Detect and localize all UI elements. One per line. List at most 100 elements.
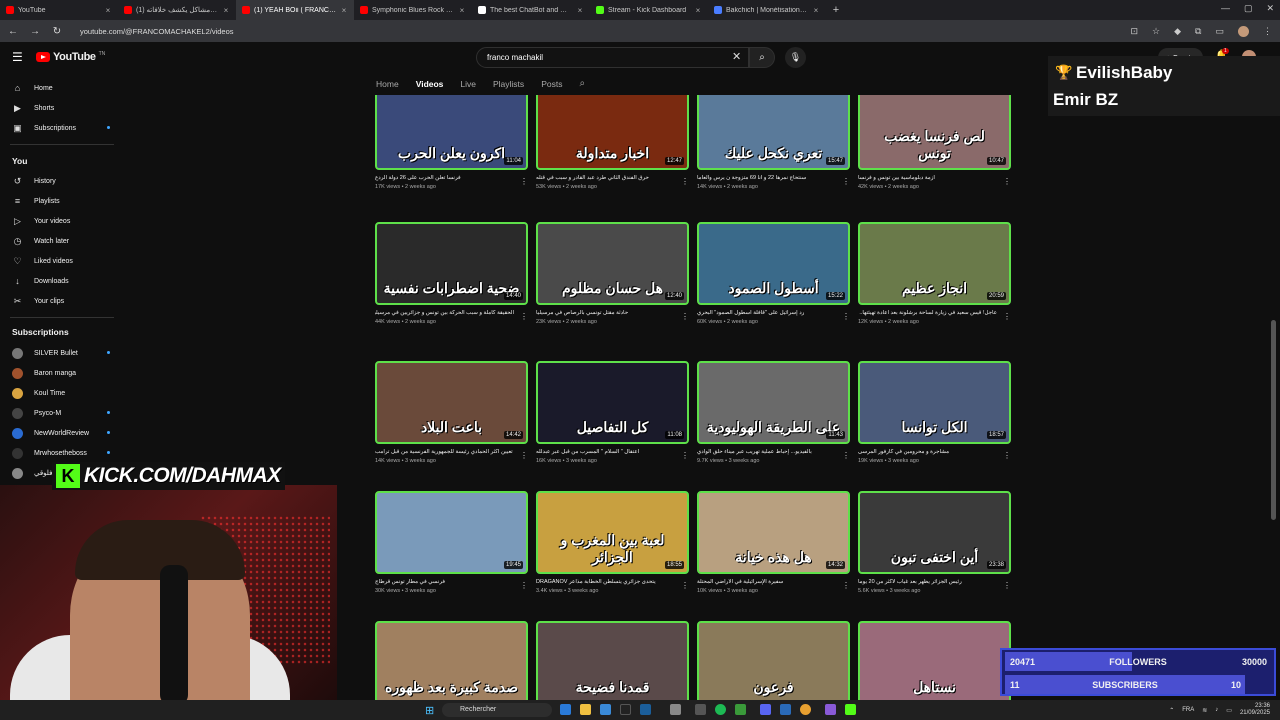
sidebar-subscription[interactable]: Psyco-M <box>12 407 110 419</box>
video-options-icon[interactable]: ⋮ <box>681 177 689 186</box>
channel-search-icon[interactable]: ⌕ <box>579 78 585 89</box>
video-card[interactable]: فرعون <box>697 621 850 700</box>
video-title[interactable]: حرق الفندق الثاني طرد عبد القادر و سبب ف… <box>536 175 689 181</box>
obs-icon[interactable] <box>695 704 706 715</box>
tab-home[interactable]: Home <box>376 79 399 89</box>
video-options-icon[interactable]: ⋮ <box>1003 312 1011 321</box>
sidebar-subscription[interactable]: Mrwhosetheboss <box>12 447 110 459</box>
video-options-icon[interactable]: ⋮ <box>1003 451 1011 460</box>
video-thumbnail[interactable]: انجاز عظيم 20:59 <box>858 222 1011 305</box>
browser-tab[interactable]: (1) فرانكو مشاكل يكشف خلافاته × <box>118 0 236 20</box>
new-tab-icon[interactable]: + <box>826 4 846 16</box>
video-thumbnail[interactable]: أين اختفى تبون 23:38 <box>858 491 1011 574</box>
video-card[interactable]: هل هذه خيانة 14:32 سفيرة الإسرائيلية في ال… <box>697 491 850 594</box>
video-options-icon[interactable]: ⋮ <box>1003 581 1011 590</box>
profile-avatar[interactable] <box>1238 25 1249 37</box>
video-card[interactable]: لعبة بين المغرب و الجزائر 18:55 يتحدى جزائ… <box>536 491 689 594</box>
video-options-icon[interactable]: ⋮ <box>681 312 689 321</box>
tab-close-icon[interactable]: × <box>222 6 230 15</box>
sidebar-item-your-clips[interactable]: ✂ Your clips <box>12 295 64 307</box>
video-thumbnail[interactable]: الكل توانسا 18:57 <box>858 361 1011 444</box>
file-explorer-icon[interactable] <box>580 704 591 715</box>
tab-playlists[interactable]: Playlists <box>493 79 524 89</box>
video-title[interactable]: فرنسا تعلن الحرب على 26 دولة الردع <box>375 175 528 181</box>
video-thumbnail[interactable]: نستاهل <box>858 621 1011 700</box>
video-options-icon[interactable]: ⋮ <box>520 451 528 460</box>
video-thumbnail[interactable]: أسطول الصمود 15:22 <box>697 222 850 305</box>
video-card[interactable]: باعت البلاد 14:42 تعيين اكثر الحمادي رئيسة… <box>375 361 528 464</box>
video-card[interactable]: نستاهل <box>858 621 1011 700</box>
wifi-icon[interactable]: ≋ <box>1202 707 1207 714</box>
video-title[interactable]: سنتحاج نمرها 22 و انا 69 متزوجة ن يرس وا… <box>697 175 850 181</box>
video-thumbnail[interactable]: ضحية اضطرابات نفسية 14:40 <box>375 222 528 305</box>
sidebar-item-playlists[interactable]: ≡ Playlists <box>12 195 60 207</box>
sidebar-subscription[interactable]: فلوقي <box>12 467 52 479</box>
sidebar-item-subscriptions[interactable]: ▣ Subscriptions <box>12 122 110 134</box>
video-thumbnail[interactable]: فرعون <box>697 621 850 700</box>
voice-search-button[interactable]: 🎙 <box>785 47 806 68</box>
steam2-icon[interactable] <box>780 704 791 715</box>
video-options-icon[interactable]: ⋮ <box>681 451 689 460</box>
tab-close-icon[interactable]: × <box>576 6 584 15</box>
video-thumbnail[interactable]: على الطريقة الهوليودية 11:43 <box>697 361 850 444</box>
app2-icon[interactable] <box>735 704 746 715</box>
video-thumbnail[interactable]: باعت البلاد 14:42 <box>375 361 528 444</box>
minimize-icon[interactable]: — <box>1221 3 1230 14</box>
video-title[interactable]: اعتقال " السلام " المسرب من قبل عبر عبدل… <box>536 449 689 455</box>
sidebar-you-header[interactable]: You <box>12 156 27 166</box>
close-window-icon[interactable]: ✕ <box>1266 3 1274 14</box>
video-title[interactable]: بالفيديو... إحباط عملية تهريب عبر ميناء … <box>697 449 850 455</box>
video-card[interactable]: صدمة كبيرة بعد ظهوره <box>375 621 528 700</box>
battery-icon[interactable]: ▭ <box>1226 707 1232 714</box>
browser-tab[interactable]: Stream - Kick Dashboard × <box>590 0 708 20</box>
search-button[interactable]: ⌕ <box>749 47 775 68</box>
sidebar-item-home[interactable]: ⌂ Home <box>12 82 53 94</box>
video-thumbnail[interactable]: تعري نكحل عليك 15:47 <box>697 95 850 170</box>
terminal-icon[interactable] <box>620 704 631 715</box>
video-options-icon[interactable]: ⋮ <box>842 177 850 186</box>
video-card[interactable]: 19:45 فرنسي في مطار تونس قرطاج 30K views •… <box>375 491 528 594</box>
video-title[interactable]: ازمة دبلوماسية بين تونس و فرنسا <box>858 175 1011 181</box>
video-card[interactable]: تعري نكحل عليك 15:47 سنتحاج نمرها 22 و انا… <box>697 95 850 190</box>
sidebar-subscriptions-header[interactable]: Subscriptions <box>12 327 69 337</box>
video-thumbnail[interactable]: صدمة كبيرة بعد ظهوره <box>375 621 528 700</box>
video-thumbnail[interactable]: 19:45 <box>375 491 528 574</box>
taskbar-search-box[interactable]: Rechercher <box>442 703 552 717</box>
tab-posts[interactable]: Posts <box>541 79 562 89</box>
search-input[interactable]: franco machakil <box>476 47 749 68</box>
video-title[interactable]: سفيرة الإسرائيلية في الاراضي المحتلة <box>697 579 850 585</box>
video-thumbnail[interactable]: هل حسان مظلوم 12:40 <box>536 222 689 305</box>
video-thumbnail[interactable]: لعبة بين المغرب و الجزائر 18:55 <box>536 491 689 574</box>
video-title[interactable]: رئيس الجزائر يظهر بعد غياب لأكثر من 20 ي… <box>858 579 1011 585</box>
sidebar-subscription[interactable]: SILVER Bullet <box>12 347 110 359</box>
maximize-icon[interactable]: ▢ <box>1244 3 1253 14</box>
volume-icon[interactable]: ♪ <box>1215 707 1218 713</box>
video-card[interactable]: أسطول الصمود 15:22 رد إسرائيل على "قافلة أ… <box>697 222 850 325</box>
browser-tab[interactable]: YouTube × <box>0 0 118 20</box>
split-icon[interactable]: ▭ <box>1215 26 1224 37</box>
video-card[interactable]: ضحية اضطرابات نفسية 14:40 الحقيقة كاملة و … <box>375 222 528 325</box>
steam-icon[interactable] <box>640 704 651 715</box>
back-icon[interactable]: ← <box>8 26 18 37</box>
install-icon[interactable]: ⊡ <box>1131 26 1139 37</box>
tab-videos[interactable]: Videos <box>416 79 444 89</box>
sidebar-item-your-videos[interactable]: ▷ Your videos <box>12 215 70 227</box>
video-title[interactable]: الحقيقة كاملة و سبب الحركة بين تونس و جز… <box>375 310 528 316</box>
video-thumbnail[interactable]: كل التفاصيل 11:08 <box>536 361 689 444</box>
sidebar-item-shorts[interactable]: ▶ Shorts <box>12 102 54 114</box>
video-options-icon[interactable]: ⋮ <box>842 581 850 590</box>
video-options-icon[interactable]: ⋮ <box>842 312 850 321</box>
video-options-icon[interactable]: ⋮ <box>681 581 689 590</box>
video-card[interactable]: كل التفاصيل 11:08 اعتقال " السلام " المسرب… <box>536 361 689 464</box>
youtube-logo[interactable]: YouTube TN <box>36 51 105 63</box>
video-options-icon[interactable]: ⋮ <box>520 312 528 321</box>
video-title[interactable]: تعيين اكثر الحمادي رئيسة للجمهورية الفرن… <box>375 449 528 455</box>
tab-close-icon[interactable]: × <box>340 6 348 15</box>
video-card[interactable]: اخبار متداولة 12:47 حرق الفندق الثاني طرد … <box>536 95 689 190</box>
extension-icon[interactable]: ◆ <box>1174 26 1181 37</box>
video-card[interactable]: هل حسان مظلوم 12:40 حادثة مقتل تونسي بالرص… <box>536 222 689 325</box>
video-options-icon[interactable]: ⋮ <box>520 581 528 590</box>
browser-menu-icon[interactable]: ⋮ <box>1263 26 1272 37</box>
video-thumbnail[interactable]: اكرون يعلن الحرب 11:04 <box>375 95 528 170</box>
app3-icon[interactable] <box>825 704 836 715</box>
